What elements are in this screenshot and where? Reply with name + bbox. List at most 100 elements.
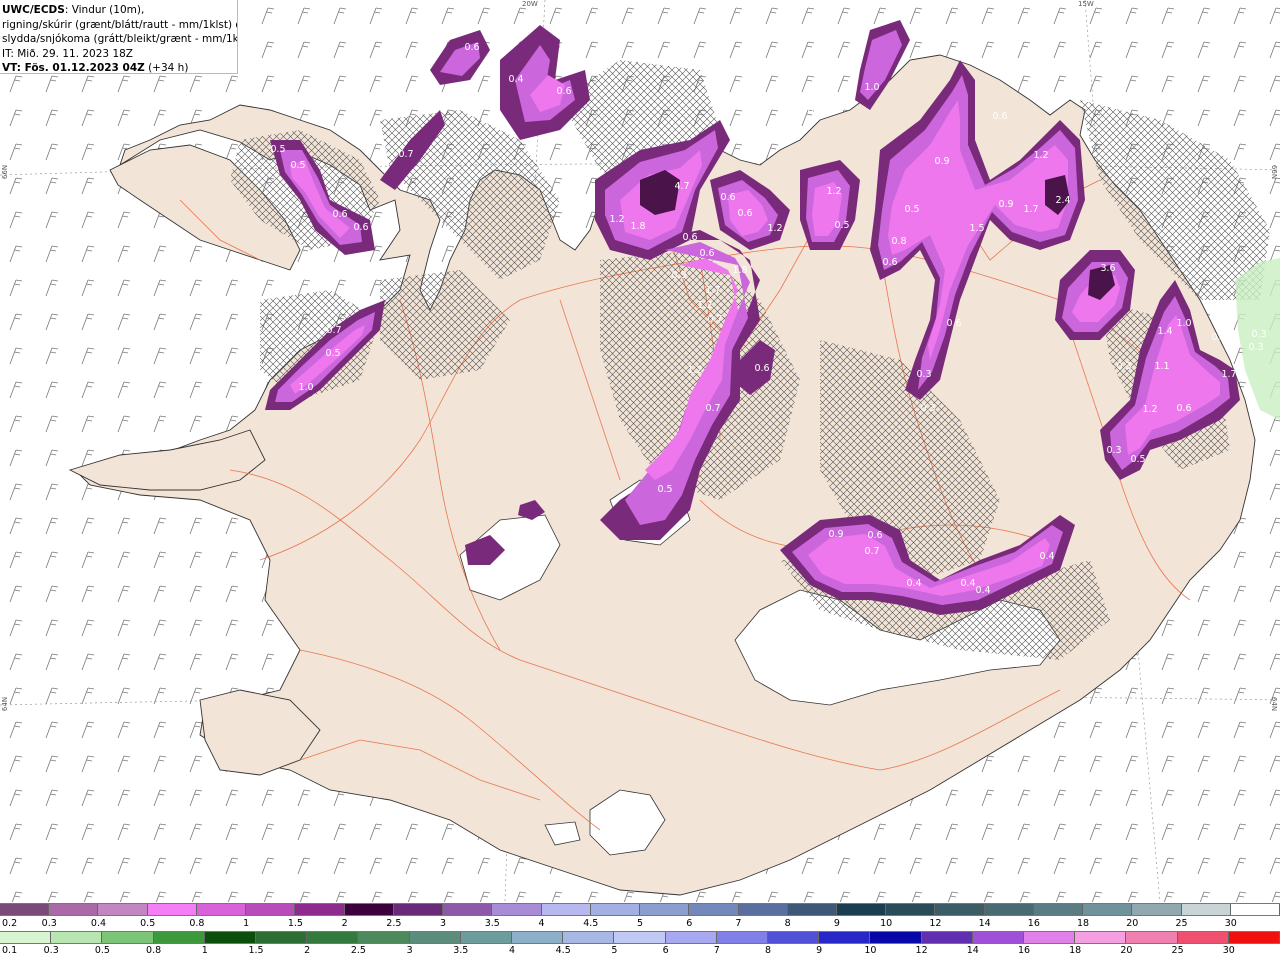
legend-tick-label: 4	[538, 918, 545, 929]
precip-value-label: 0.9	[934, 156, 949, 167]
precip-value-label: 0.5	[290, 160, 305, 171]
legend-color-swatch	[0, 932, 52, 943]
legend-tick-label: 3	[406, 945, 413, 956]
legend-color-swatch	[1126, 932, 1178, 943]
legend-color-swatch	[1230, 904, 1280, 915]
legend-tick-label: 2.5	[386, 918, 402, 929]
precip-value-label: 0.5	[1211, 332, 1226, 343]
precip-value-label: 0.7	[326, 325, 341, 336]
legend-tick-label: 20	[1126, 918, 1139, 929]
precip-value-label: 0.7	[398, 149, 413, 160]
legend-color-swatch	[147, 904, 197, 915]
legend-color-swatch	[665, 932, 717, 943]
precip-value-label: 1.1	[1154, 361, 1169, 372]
precip-value-label: 0.6	[332, 209, 347, 220]
precip-value-label: 0.4	[1039, 551, 1054, 562]
lat-label-64n-right: 64N	[1270, 696, 1279, 712]
legend-tick-label: 0.4	[90, 918, 107, 929]
precip-value-label: 0.6	[353, 222, 368, 233]
legend-tick-label: 3	[440, 918, 447, 929]
legend-tick-label: 7	[713, 945, 720, 956]
legend-color-swatch	[563, 932, 615, 943]
legend-color-swatch	[1181, 904, 1231, 915]
legend-color-swatch	[972, 932, 1025, 943]
precip-value-label: 1.2	[1142, 404, 1157, 415]
initial-time: IT: Mið. 29. 11. 2023 18Z	[2, 47, 133, 60]
precip-value-label: 1.7	[1221, 369, 1236, 380]
legend-tick-label: 30	[1224, 918, 1237, 929]
precip-value-label: 0.5	[807, 106, 822, 117]
product-desc-line3: slydda/snjókoma (grátt/bleikt/grænt - mm…	[2, 33, 238, 45]
legend-color-swatch	[1033, 904, 1084, 915]
lead-time: (+34 h)	[144, 62, 189, 74]
legend-tick-label: 4.5	[555, 945, 571, 956]
legend-color-swatch	[1024, 932, 1076, 943]
legend-color-swatch	[512, 932, 564, 943]
precip-value-label: 1.7	[1023, 204, 1038, 215]
legend-color-swatch	[153, 932, 205, 943]
legend-tick-label: 16	[1017, 945, 1031, 956]
legend-color-swatch	[935, 904, 985, 915]
precip-value-label: 0.6	[682, 232, 697, 243]
legend-tick-label: 12	[929, 918, 942, 929]
legend-tick-label: 20	[1120, 945, 1133, 956]
legend-tick-label: 16	[1027, 918, 1040, 929]
precip-value-label: 0.3	[1251, 329, 1266, 340]
legend-color-swatch	[738, 904, 788, 915]
precip-value-label: 0.4	[508, 74, 523, 85]
legend-tick-label: 2	[341, 918, 348, 929]
rain-legend-colorbar	[0, 931, 1280, 944]
map-canvas[interactable]: 0.60.40.60.5 0.60.50.50.60.60.71.04.71.21…	[0, 0, 1280, 902]
map-area[interactable]: 0.6 0.4 0.6 0.5 0.6 0.5 0.5 0.6 0.6 0.7 1.0 4.7 1.2 1…	[0, 0, 1280, 902]
precip-value-label: 0.6	[1176, 403, 1191, 414]
precip-value-label: 0.7	[705, 403, 720, 414]
precip-value-label: 0.6	[464, 42, 479, 53]
legend-tick-label: 8	[764, 945, 772, 956]
precip-value-label: 1.0	[298, 382, 313, 393]
legend-color-swatch	[1083, 904, 1133, 915]
legend-color-swatch	[541, 904, 591, 915]
rain-legend-labels: 0.1 0.3 0.5 0.8 1 1.5 2 2.5 3 3.5 4 4.5 5 6 7 8 9 10 12 14 1…	[0, 945, 1280, 959]
legend-tick-label: 5	[636, 918, 644, 929]
precip-value-label: 0.6	[882, 257, 897, 268]
legend-color-swatch	[1228, 932, 1280, 943]
precip-value-label: 0.6	[737, 208, 752, 219]
precip-value-label: 3.6	[1100, 263, 1115, 274]
precip-value-label: 1.2	[767, 223, 782, 234]
legend-tick-label: 0.5	[94, 945, 110, 956]
legend-color-swatch	[409, 932, 461, 943]
legend-tick-label: 14	[966, 945, 979, 956]
precip-value-label: 0.3	[920, 403, 935, 414]
legend-color-swatch	[787, 904, 837, 915]
legend-tick-label: 18	[1069, 945, 1082, 956]
legend-tick-label: 1.5	[248, 945, 264, 956]
legend-color-swatch	[204, 932, 257, 943]
legend-tick-label: 9	[833, 918, 840, 929]
precip-value-label: 0.6	[556, 86, 571, 97]
legend-tick-label: 10	[880, 918, 893, 929]
legend-color-swatch	[614, 932, 666, 943]
precip-value-label: 1.7	[705, 285, 720, 296]
legend-color-swatch	[768, 932, 820, 943]
legend-color-swatch	[460, 932, 513, 943]
precip-value-label: 0.5	[657, 484, 672, 495]
legend-tick-label: 2	[304, 945, 311, 956]
legend-color-swatch	[102, 932, 154, 943]
precip-value-label: 0.6	[720, 192, 735, 203]
precip-value-label: 1.8	[732, 265, 747, 276]
legend-tick-label: 5	[611, 945, 618, 956]
legend-tick-label: 0.3	[43, 945, 59, 956]
legend-color-swatch	[492, 904, 542, 915]
legend-color-swatch	[49, 904, 99, 915]
precip-value-label: 0.9	[998, 199, 1013, 210]
legend-color-swatch	[640, 904, 690, 915]
lon-label-15w: 15W	[1078, 0, 1094, 8]
legend-color-swatch	[886, 904, 936, 915]
precip-value-label: 0.3	[1248, 342, 1263, 353]
legend-color-swatch	[921, 932, 973, 943]
legend-tick-label: 14	[978, 918, 991, 929]
precip-value-label: 1.0	[864, 82, 879, 93]
legend-color-swatch	[716, 932, 769, 943]
precip-value-label: 1.2	[687, 365, 702, 376]
legend-tick-label: 18	[1077, 918, 1090, 929]
